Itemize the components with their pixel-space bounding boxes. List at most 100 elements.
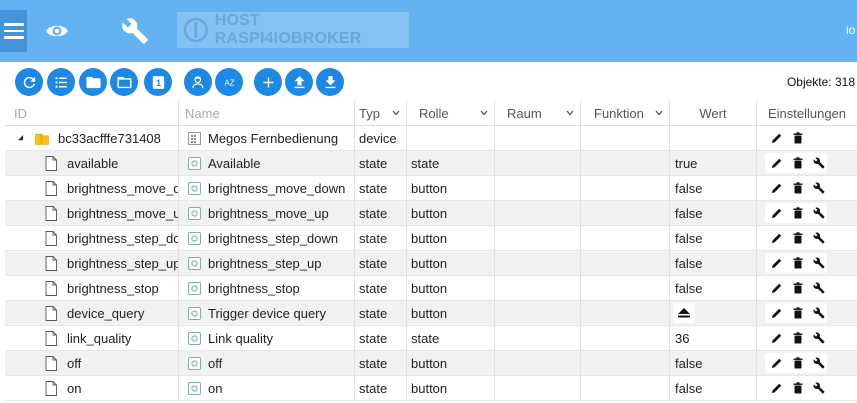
cell-name[interactable]: Trigger device query	[179, 301, 355, 326]
cell-id[interactable]: link_quality	[5, 326, 179, 351]
cell-type[interactable]: state	[355, 176, 407, 201]
cell-function[interactable]	[581, 376, 670, 401]
wrench-icon[interactable]	[813, 307, 825, 319]
delete-icon[interactable]	[792, 132, 804, 144]
cell-type[interactable]: state	[355, 351, 407, 376]
edit-icon[interactable]	[771, 157, 783, 169]
cell-value[interactable]	[670, 301, 757, 326]
cell-role[interactable]: state	[407, 326, 495, 351]
table-row[interactable]: brightness_stop brightness_stop state butto…	[5, 276, 857, 301]
list-view-button[interactable]	[47, 68, 75, 96]
cell-name[interactable]: Megos Fernbedienung	[179, 126, 355, 151]
edit-icon[interactable]	[771, 232, 783, 244]
edit-icon[interactable]	[771, 307, 783, 319]
delete-icon[interactable]	[792, 157, 804, 169]
cell-name[interactable]: brightness_step_up	[179, 251, 355, 276]
cell-name[interactable]: Available	[179, 151, 355, 176]
cell-id[interactable]: off	[5, 351, 179, 376]
cell-id[interactable]: bc33acfffe731408	[5, 126, 179, 151]
delete-icon[interactable]	[792, 257, 804, 269]
cell-type[interactable]: state	[355, 251, 407, 276]
wrench-icon[interactable]	[813, 232, 825, 244]
cell-name[interactable]: Link quality	[179, 326, 355, 351]
cell-role[interactable]: state	[407, 151, 495, 176]
add-object-button[interactable]	[254, 68, 282, 96]
expand-all-button[interactable]	[110, 68, 138, 96]
cell-name[interactable]: on	[179, 376, 355, 401]
cell-role[interactable]: button	[407, 201, 495, 226]
cell-type[interactable]: state	[355, 376, 407, 401]
edit-icon[interactable]	[771, 132, 783, 144]
table-row[interactable]: brightness_move_down brightness_move_down…	[5, 176, 857, 201]
cell-function[interactable]	[581, 226, 670, 251]
host-selector[interactable]: HOST RASPI4IOBROKER	[177, 12, 409, 48]
cell-value[interactable]: false	[670, 176, 757, 201]
wrench-icon[interactable]	[813, 157, 825, 169]
edit-icon[interactable]	[771, 182, 783, 194]
delete-icon[interactable]	[792, 307, 804, 319]
cell-value[interactable]: true	[670, 151, 757, 176]
column-header-name[interactable]: Name	[179, 101, 355, 126]
eye-icon[interactable]	[44, 20, 70, 42]
expand-toggle-icon[interactable]	[17, 135, 24, 142]
cell-role[interactable]: button	[407, 251, 495, 276]
column-header-id[interactable]: ID	[5, 101, 179, 126]
cell-id[interactable]: brightness_move_up	[5, 201, 179, 226]
upload-button[interactable]	[285, 68, 313, 96]
collapse-all-button[interactable]	[79, 68, 107, 96]
cell-id[interactable]: device_query	[5, 301, 179, 326]
cell-role[interactable]: button	[407, 276, 495, 301]
cell-name[interactable]: brightness_move_up	[179, 201, 355, 226]
cell-role[interactable]: button	[407, 176, 495, 201]
cell-value[interactable]: false	[670, 226, 757, 251]
refresh-button[interactable]	[15, 68, 43, 96]
cell-room[interactable]	[495, 151, 581, 176]
column-header-function[interactable]: Funktion	[581, 101, 670, 126]
cell-id[interactable]: brightness_step_up	[5, 251, 179, 276]
cell-function[interactable]	[581, 201, 670, 226]
cell-room[interactable]	[495, 276, 581, 301]
cell-function[interactable]	[581, 301, 670, 326]
cell-role[interactable]	[407, 126, 495, 151]
cell-function[interactable]	[581, 351, 670, 376]
cell-function[interactable]	[581, 176, 670, 201]
cell-role[interactable]: button	[407, 376, 495, 401]
delete-icon[interactable]	[792, 332, 804, 344]
table-row[interactable]: on on state button false	[5, 376, 857, 401]
cell-type[interactable]: state	[355, 301, 407, 326]
expand-level-button[interactable]: 1	[144, 68, 172, 96]
expert-mode-button[interactable]	[184, 68, 212, 96]
cell-value[interactable]: false	[670, 376, 757, 401]
delete-icon[interactable]	[792, 382, 804, 394]
wrench-icon[interactable]	[121, 17, 149, 45]
edit-icon[interactable]	[771, 282, 783, 294]
sort-button[interactable]: AZ	[215, 68, 243, 96]
cell-function[interactable]	[581, 151, 670, 176]
cell-id[interactable]: available	[5, 151, 179, 176]
cell-value[interactable]	[670, 126, 757, 151]
trigger-button[interactable]	[673, 303, 695, 323]
cell-role[interactable]: button	[407, 351, 495, 376]
table-row[interactable]: available Available state state true	[5, 151, 857, 176]
cell-id[interactable]: brightness_stop	[5, 276, 179, 301]
cell-function[interactable]	[581, 276, 670, 301]
cell-type[interactable]: state	[355, 276, 407, 301]
table-row[interactable]: brightness_move_up brightness_move_up stat…	[5, 201, 857, 226]
cell-name[interactable]: brightness_move_down	[179, 176, 355, 201]
delete-icon[interactable]	[792, 182, 804, 194]
edit-icon[interactable]	[771, 207, 783, 219]
cell-room[interactable]	[495, 376, 581, 401]
cell-room[interactable]	[495, 176, 581, 201]
cell-type[interactable]: device	[355, 126, 407, 151]
column-header-role[interactable]: Rolle	[407, 101, 495, 126]
column-header-room[interactable]: Raum	[495, 101, 581, 126]
delete-icon[interactable]	[792, 207, 804, 219]
cell-value[interactable]: false	[670, 251, 757, 276]
cell-name[interactable]: off	[179, 351, 355, 376]
cell-function[interactable]	[581, 251, 670, 276]
wrench-icon[interactable]	[813, 332, 825, 344]
table-row[interactable]: link_quality Link quality state state 36	[5, 326, 857, 351]
table-row[interactable]: bc33acfffe731408 Megos Fernbedienung devic…	[5, 126, 857, 151]
cell-type[interactable]: state	[355, 226, 407, 251]
cell-room[interactable]	[495, 201, 581, 226]
